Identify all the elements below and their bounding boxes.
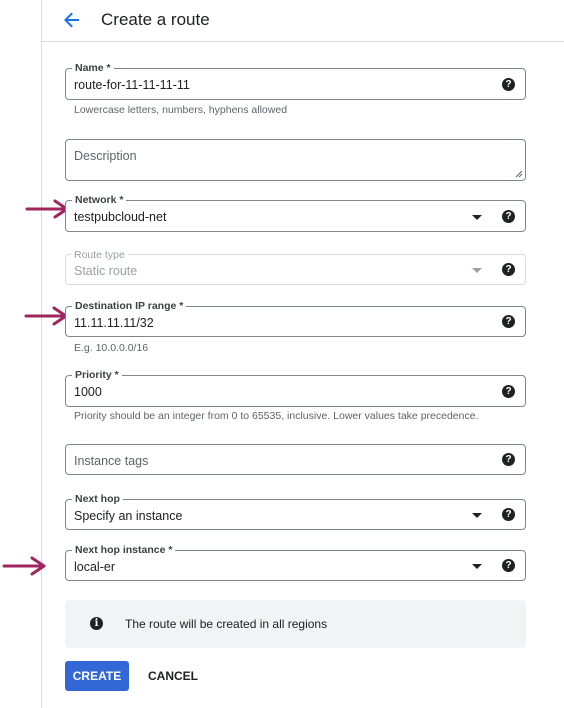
- page-title: Create a route: [101, 10, 210, 29]
- priority-field[interactable]: Priority * 1000 ?: [65, 369, 526, 407]
- help-icon[interactable]: ?: [502, 78, 515, 91]
- priority-hint: Priority should be an integer from 0 to …: [74, 410, 479, 422]
- priority-value: 1000: [74, 385, 102, 399]
- help-icon[interactable]: ?: [502, 453, 515, 466]
- destination-ip-hint: E.g. 10.0.0.0/16: [74, 342, 149, 354]
- caret-down-icon[interactable]: [472, 564, 482, 569]
- destination-ip-field[interactable]: Destination IP range * 11.11.11.11/32 ?: [65, 300, 526, 337]
- next-hop-instance-value: local-er: [74, 560, 115, 574]
- network-select[interactable]: Network * testpubcloud-net ?: [65, 194, 526, 232]
- instance-tags-field[interactable]: Instance tags ?: [65, 444, 526, 475]
- description-field[interactable]: Description: [65, 139, 526, 181]
- arrow-left-icon: [64, 12, 79, 28]
- network-label: Network *: [72, 194, 127, 206]
- route-type-label: Route type: [71, 249, 128, 261]
- help-icon[interactable]: ?: [502, 263, 515, 276]
- next-hop-instance-select[interactable]: Next hop instance * local-er ?: [65, 544, 526, 581]
- caret-down-icon[interactable]: [472, 215, 482, 220]
- create-button[interactable]: CREATE: [65, 661, 129, 691]
- description-placeholder: Description: [74, 149, 137, 163]
- destination-ip-value: 11.11.11.11/32: [74, 316, 154, 330]
- info-banner: i The route will be created in all regio…: [65, 600, 526, 648]
- route-type-select: Route type Static route ?: [65, 249, 526, 285]
- info-text: The route will be created in all regions: [125, 617, 328, 631]
- annotation-arrow-destination: [24, 306, 68, 326]
- next-hop-value: Specify an instance: [74, 509, 183, 523]
- help-icon[interactable]: ?: [502, 559, 515, 572]
- name-field[interactable]: Name * route-for-11-11-11-11 ?: [65, 62, 526, 100]
- help-icon[interactable]: ?: [502, 508, 515, 521]
- cancel-button[interactable]: CANCEL: [141, 661, 205, 691]
- route-type-value: Static route: [74, 264, 138, 278]
- instance-tags-placeholder: Instance tags: [74, 454, 149, 468]
- resize-handle-icon[interactable]: [515, 170, 523, 178]
- caret-down-icon: [472, 268, 482, 273]
- destination-ip-label: Destination IP range *: [72, 300, 187, 312]
- name-value: route-for-11-11-11-11: [74, 78, 190, 92]
- page-header: Create a route: [42, 0, 564, 42]
- back-button[interactable]: [58, 6, 86, 34]
- help-icon[interactable]: ?: [502, 385, 515, 398]
- name-hint: Lowercase letters, numbers, hyphens allo…: [74, 104, 288, 116]
- priority-label: Priority *: [72, 369, 122, 381]
- help-icon[interactable]: ?: [502, 210, 515, 223]
- network-value: testpubcloud-net: [74, 210, 167, 224]
- next-hop-instance-label: Next hop instance *: [72, 544, 176, 556]
- annotation-arrow-next-hop-instance: [2, 556, 46, 576]
- help-icon[interactable]: ?: [502, 315, 515, 328]
- name-label: Name *: [72, 62, 114, 74]
- caret-down-icon[interactable]: [472, 513, 482, 518]
- info-icon: i: [90, 617, 103, 630]
- next-hop-label: Next hop: [72, 493, 123, 505]
- next-hop-select[interactable]: Next hop Specify an instance ?: [65, 493, 526, 530]
- left-panel: [0, 0, 42, 708]
